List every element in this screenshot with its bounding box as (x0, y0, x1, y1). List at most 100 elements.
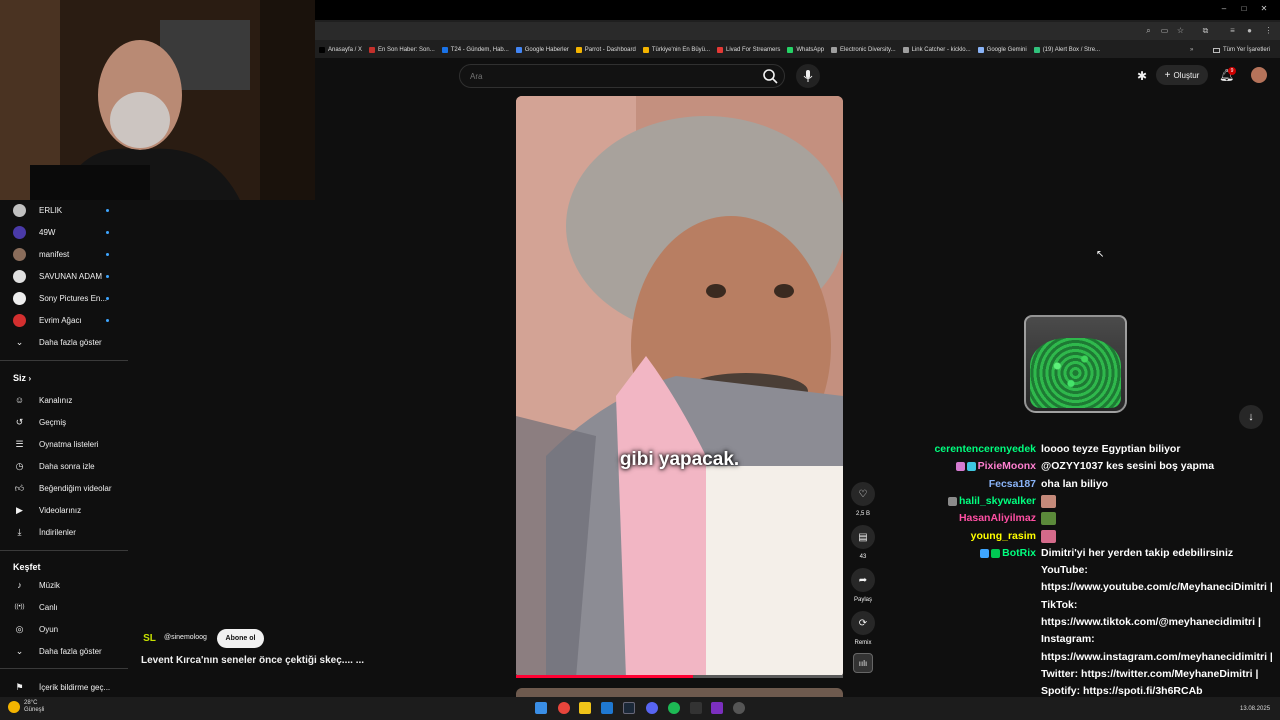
divider (0, 550, 128, 551)
subscription-item[interactable]: SAVUNAN ADAM (0, 266, 128, 286)
chat-username[interactable]: young_rasim (971, 530, 1036, 542)
cast-icon[interactable]: ▭ (1160, 26, 1169, 35)
chat-text: Spotify: https://spoti.fi/3h6RCAb (1041, 685, 1203, 698)
chat-username[interactable]: halil_skywalker (947, 495, 1036, 507)
sidebar-item[interactable]: ↺ Geçmiş (0, 412, 128, 432)
subscribe-button[interactable]: Abone ol (217, 629, 264, 648)
scroll-down-button[interactable]: ↓ (1239, 405, 1263, 429)
sidebar-item[interactable]: ◎ Oyun (0, 619, 128, 639)
comment-icon: ▤ (858, 531, 868, 543)
clock-icon: ◷ (15, 460, 24, 471)
bookmark-favicon-icon (319, 47, 325, 53)
spotify-icon[interactable] (668, 702, 680, 714)
chat-username[interactable]: HasanAliyilmaz (959, 512, 1036, 524)
you-heading[interactable]: Siz › (13, 373, 31, 383)
bookmark-item[interactable]: En Son Haber: Son... (369, 47, 435, 53)
bookmark-item[interactable]: Electronic Diversity... (831, 47, 896, 53)
chat-message: Twitter: https://twitter.com/MeyhaneDimi… (925, 668, 1280, 685)
address-bar[interactable] (315, 22, 1280, 40)
subscription-item[interactable]: manifest (0, 244, 128, 264)
comments-button[interactable]: ▤ (851, 525, 875, 549)
zoom-icon[interactable]: ⌕ (1144, 26, 1153, 35)
show-more-subscriptions[interactable]: ⌄ Daha fazla göster (0, 332, 128, 352)
bookmark-item[interactable]: T24 - Gündem, Hab... (441, 47, 509, 53)
video-title[interactable]: Levent Kırca'nın seneler önce çektiği sk… (141, 655, 364, 666)
sidepanel-icon[interactable]: ≡ (1228, 26, 1237, 35)
file-explorer-icon[interactable] (579, 702, 591, 714)
remix-button[interactable]: ⟳ (851, 611, 875, 635)
bookmark-favicon-icon (717, 47, 723, 53)
sidebar-item[interactable]: ((•)) Canlı (0, 597, 128, 617)
subscription-item[interactable]: 49W (0, 222, 128, 242)
profile-icon[interactable]: ● (1245, 26, 1254, 35)
close-icon[interactable]: ✕ (1258, 4, 1270, 13)
bookmark-item[interactable]: (19) Alert Box / Stre... (1033, 47, 1100, 53)
chat-badge-icon (991, 548, 1001, 558)
chat-badge-icon (955, 462, 965, 472)
create-button[interactable]: + Oluştur (1156, 65, 1208, 85)
report-history-item[interactable]: ⚑ İçerik bildirme geç... (0, 677, 128, 697)
bookmark-item[interactable]: Link Catcher - kicklo... (902, 47, 971, 53)
sidebar-item[interactable]: ♪ Müzik (0, 575, 128, 595)
sidebar-item[interactable]: ◷ Daha sonra izle (0, 456, 128, 476)
like-button[interactable]: ♡ (851, 482, 875, 506)
app-icon-3[interactable] (733, 702, 745, 714)
start-icon[interactable] (535, 702, 547, 714)
subscription-item[interactable]: ERLIK (0, 200, 128, 220)
app-icon[interactable] (601, 702, 613, 714)
chat-username[interactable]: Fecsa187 (989, 478, 1036, 490)
app-icon-2[interactable] (711, 702, 723, 714)
explore-show-more[interactable]: ⌄ Daha fazla göster (0, 641, 128, 661)
epic-games-icon[interactable] (690, 702, 702, 714)
star-icon[interactable]: ☆ (1176, 26, 1185, 35)
chat-username[interactable]: PixieMoonx (955, 460, 1036, 472)
channel-avatar (13, 313, 26, 327)
chat-text: oha lan biliyo (1041, 477, 1109, 490)
chrome-icon[interactable] (558, 702, 570, 714)
bookmark-item[interactable]: Anasayfa / X (319, 47, 362, 53)
minimize-icon[interactable]: – (1218, 4, 1230, 13)
bookmark-item[interactable]: Google Gemini (977, 47, 1027, 53)
extensions-icon[interactable]: ⧉ (1201, 26, 1210, 35)
subscription-item[interactable]: Sony Pictures En... (0, 288, 128, 308)
channel-logo[interactable]: SL (141, 630, 158, 647)
sound-icon[interactable]: ıılı (853, 653, 873, 673)
search-input[interactable] (468, 70, 718, 82)
share-button[interactable]: ➦ (851, 568, 875, 592)
discord-icon[interactable] (646, 702, 658, 714)
search-icon[interactable] (762, 68, 778, 84)
chat-emote-icon (1041, 512, 1056, 526)
bookmarks-overflow-icon[interactable]: » (1190, 47, 1193, 53)
bookmark-item[interactable]: Livad For Streamers (717, 47, 780, 53)
sidebar-item[interactable]: ☰ Oynatma listeleri (0, 434, 128, 454)
sidebar-item[interactable]: 👍︎ Beğendiğim videolar (0, 478, 128, 498)
subscription-item[interactable]: Evrim Ağacı (0, 310, 128, 330)
mic-button[interactable] (796, 64, 820, 88)
chat-badge-icon (980, 548, 990, 558)
avatar[interactable] (1251, 67, 1267, 83)
steam-icon[interactable] (623, 702, 635, 714)
sidebar-item[interactable]: ☺ Kanalınız (0, 390, 128, 410)
bookmark-item[interactable]: WhatsApp (787, 47, 824, 53)
menu-icon[interactable]: ⋮ (1264, 26, 1273, 35)
sidebar-item[interactable]: ▶ Videolarınız (0, 500, 128, 520)
chat-message: https://www.tiktok.com/@meyhanecidimitri… (925, 616, 1280, 633)
sidebar-item[interactable]: ⤓ İndirilenler (0, 522, 128, 542)
chat-text: https://www.youtube.com/c/MeyhaneciDimit… (1041, 581, 1273, 594)
bookmark-item[interactable]: Parrot - Dashboard (575, 47, 636, 53)
weather-widget[interactable]: 28°C Güneşli (24, 700, 44, 714)
chat-username[interactable]: cerentencerenyedek (934, 443, 1036, 455)
all-bookmarks[interactable]: Tüm Yer İşaretleri (1213, 47, 1270, 53)
bookmark-item[interactable]: Google Haberler (515, 47, 569, 53)
taskbar-date: 13.08.2025 (1240, 706, 1271, 712)
live-studio-icon[interactable]: ✱ (1137, 69, 1150, 83)
chat-text: Twitter: https://twitter.com/MeyhaneDimi… (1041, 667, 1259, 680)
maximize-icon[interactable]: □ (1238, 4, 1250, 13)
bookmark-item[interactable]: Türkiye'nin En Büyü... (642, 47, 710, 53)
channel-handle[interactable]: @sinemoloog (164, 634, 207, 641)
shorts-video[interactable] (516, 96, 843, 678)
download-icon: ⤓ (17, 526, 22, 537)
chat-username[interactable]: BotRix (980, 547, 1036, 559)
channel-avatar (13, 291, 26, 305)
notification-badge: 9 (1228, 67, 1236, 75)
